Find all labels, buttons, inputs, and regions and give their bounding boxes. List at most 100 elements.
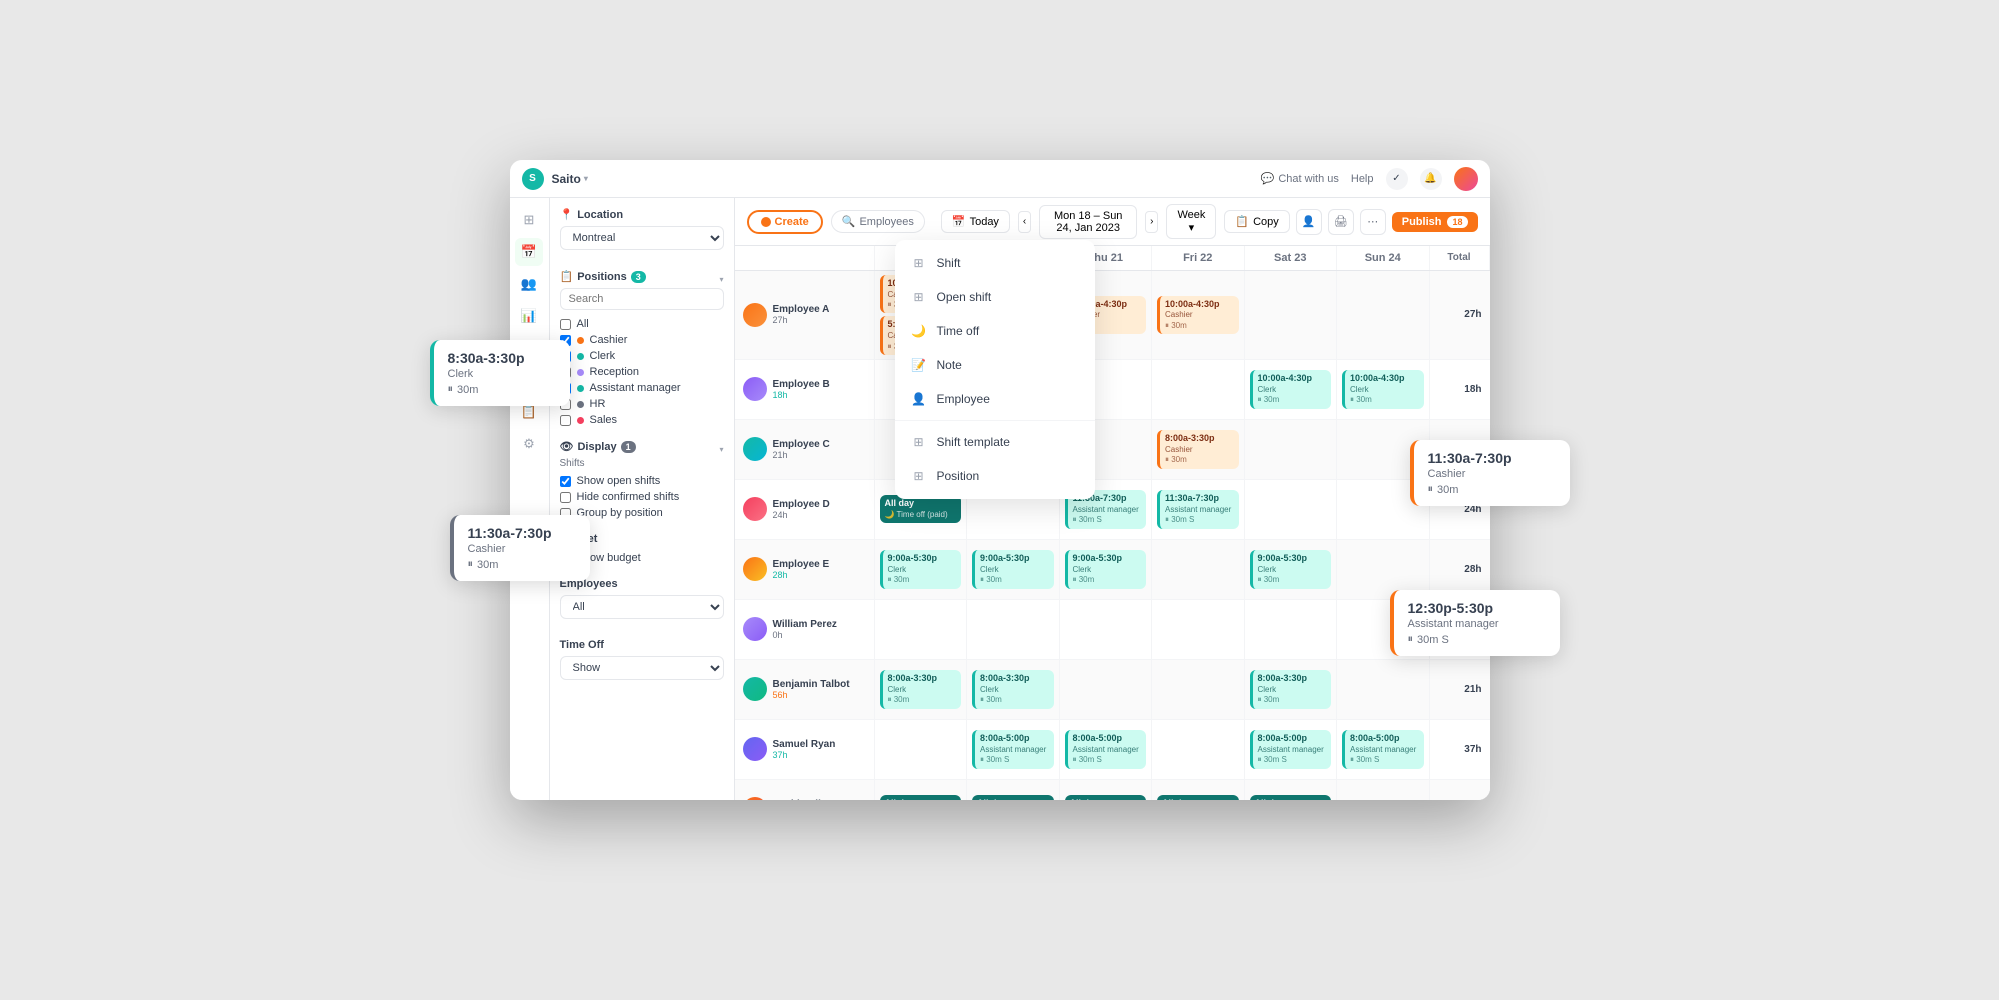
dropdown-shift[interactable]: ⊞ Shift xyxy=(895,246,1095,280)
shift-cell[interactable]: All day 🌙 Time off (paid) xyxy=(1060,780,1153,800)
position-hr[interactable]: HR xyxy=(560,396,724,412)
shift-block-timeoff[interactable]: All day 🌙 Time off (paid) xyxy=(880,795,962,800)
position-sales-check[interactable] xyxy=(560,415,571,426)
shift-cell[interactable]: 9:00a-5:30p Clerk ⏸ 30m xyxy=(967,540,1060,599)
shift-cell[interactable] xyxy=(1245,480,1338,539)
shift-block[interactable]: 8:00a-5:00p Assistant manager ⏸ 30m S xyxy=(1065,730,1147,768)
shift-cell[interactable] xyxy=(1337,660,1430,719)
shift-cell[interactable]: 8:00a-5:00p Assistant manager ⏸ 30m S xyxy=(967,720,1060,779)
positions-search[interactable] xyxy=(560,288,724,310)
shift-cell[interactable] xyxy=(1152,660,1245,719)
shift-cell[interactable] xyxy=(1152,540,1245,599)
check-icon[interactable]: ✓ xyxy=(1386,168,1408,190)
shift-cell[interactable]: 10:00a-4:30p Clerk ⏸ 30m xyxy=(1245,360,1338,419)
shift-cell[interactable] xyxy=(1337,271,1430,359)
shift-cell[interactable]: All day 🌙 Time off (paid) xyxy=(1245,780,1338,800)
shift-cell[interactable]: 8:00a-5:00p Assistant manager ⏸ 30m S xyxy=(1245,720,1338,779)
shift-block[interactable]: 11:30a-7:30p Assistant manager ⏸ 30m S xyxy=(1157,490,1239,528)
shift-cell[interactable]: 8:00a-5:00p Assistant manager ⏸ 30m S xyxy=(1060,720,1153,779)
shift-block[interactable]: 9:00a-5:30p Clerk ⏸ 30m xyxy=(1250,550,1332,588)
shift-block-timeoff[interactable]: All day 🌙 Time off (paid) xyxy=(880,495,962,523)
shift-block[interactable]: 8:00a-3:30p Cashier ⏸ 30m xyxy=(1157,430,1239,468)
shift-block[interactable]: 10:00a-4:30p Cashier ⏸ 30m xyxy=(1157,296,1239,334)
shift-cell[interactable] xyxy=(1152,360,1245,419)
shift-cell[interactable]: 8:00a-5:00p Assistant manager ⏸ 30m S xyxy=(1337,720,1430,779)
nav-schedule[interactable]: 📅 xyxy=(515,238,543,266)
position-clerk[interactable]: Clerk xyxy=(560,348,724,364)
position-all-check[interactable] xyxy=(560,319,571,330)
time-off-select[interactable]: Show xyxy=(560,656,724,680)
print-icon[interactable]: 🖨 xyxy=(1328,209,1354,235)
shift-block-timeoff[interactable]: All day 🌙 Time off (paid) xyxy=(1157,795,1239,800)
create-button[interactable]: Create xyxy=(747,210,823,234)
shift-block[interactable]: 8:00a-3:30p Clerk ⏸ 30m xyxy=(880,670,962,708)
shift-cell[interactable] xyxy=(1337,780,1430,800)
shift-cell[interactable] xyxy=(1152,720,1245,779)
show-open-shifts-check[interactable] xyxy=(560,476,571,487)
shift-cell[interactable] xyxy=(875,600,968,659)
position-cashier[interactable]: Cashier xyxy=(560,332,724,348)
shift-cell[interactable] xyxy=(1060,660,1153,719)
shift-block-timeoff[interactable]: All day 🌙 Time off (paid) xyxy=(972,795,1054,800)
user-avatar[interactable] xyxy=(1454,167,1478,191)
shift-cell[interactable]: 8:00a-3:30p Clerk ⏸ 30m xyxy=(875,660,968,719)
shift-cell[interactable]: 8:00a-3:30p Clerk ⏸ 30m xyxy=(967,660,1060,719)
shift-cell[interactable]: All day 🌙 Time off (paid) xyxy=(875,780,968,800)
shift-block[interactable]: 10:00a-4:30p Clerk ⏸ 30m xyxy=(1342,370,1424,408)
dropdown-employee[interactable]: 👤 Employee xyxy=(895,382,1095,416)
display-toggle[interactable]: ▾ xyxy=(719,445,723,454)
shift-cell[interactable]: All day 🌙 Time off (paid) xyxy=(1152,780,1245,800)
shift-cell[interactable]: 10:00a-4:30p Clerk ⏸ 30m xyxy=(1337,360,1430,419)
nav-settings[interactable]: ⚙ xyxy=(515,430,543,458)
employees-filter-select[interactable]: All xyxy=(560,595,724,619)
dropdown-position[interactable]: ⊞ Position xyxy=(895,459,1095,493)
nav-home[interactable]: ⊞ xyxy=(515,206,543,234)
week-selector[interactable]: Week ▾ xyxy=(1166,204,1216,239)
shift-cell[interactable] xyxy=(1245,420,1338,479)
company-name[interactable]: Saito ▾ xyxy=(552,172,588,186)
bell-icon[interactable]: 🔔 xyxy=(1420,168,1442,190)
help-button[interactable]: Help xyxy=(1351,173,1374,185)
more-options-icon[interactable]: ⋯ xyxy=(1360,209,1386,235)
positions-toggle[interactable]: ▾ xyxy=(719,275,723,284)
shift-block[interactable]: 8:00a-5:00p Assistant manager ⏸ 30m S xyxy=(1250,730,1332,768)
shift-block[interactable]: 8:00a-5:00p Assistant manager ⏸ 30m S xyxy=(972,730,1054,768)
shift-block[interactable]: 9:00a-5:30p Clerk ⏸ 30m xyxy=(880,550,962,588)
position-all[interactable]: All xyxy=(560,316,724,332)
date-range-button[interactable]: Mon 18 – Sun 24, Jan 2023 xyxy=(1039,205,1137,239)
dropdown-time-off[interactable]: 🌙 Time off xyxy=(895,314,1095,348)
shift-cell[interactable]: 10:00a-4:30p Cashier ⏸ 30m xyxy=(1152,271,1245,359)
hide-confirmed-shifts[interactable]: Hide confirmed shifts xyxy=(560,489,724,505)
shift-block[interactable]: 9:00a-5:30p Clerk ⏸ 30m xyxy=(1065,550,1147,588)
shift-cell[interactable] xyxy=(1060,600,1153,659)
dropdown-note[interactable]: 📝 Note xyxy=(895,348,1095,382)
shift-cell[interactable]: 11:30a-7:30p Assistant manager ⏸ 30m S xyxy=(1152,480,1245,539)
position-asst-manager[interactable]: Assistant manager xyxy=(560,380,724,396)
shift-cell[interactable]: 9:00a-5:30p Clerk ⏸ 30m xyxy=(875,540,968,599)
shift-cell[interactable] xyxy=(1245,271,1338,359)
shift-block[interactable]: 8:00a-3:30p Clerk ⏸ 30m xyxy=(972,670,1054,708)
position-reception[interactable]: Reception xyxy=(560,364,724,380)
shift-block[interactable]: 10:00a-4:30p Clerk ⏸ 30m xyxy=(1250,370,1332,408)
shift-cell[interactable]: 8:00a-3:30p Cashier ⏸ 30m xyxy=(1152,420,1245,479)
shift-block-timeoff[interactable]: All day 🌙 Time off (paid) xyxy=(1065,795,1147,800)
position-sales[interactable]: Sales xyxy=(560,412,724,428)
nav-analytics[interactable]: 📊 xyxy=(515,302,543,330)
nav-people[interactable]: 👥 xyxy=(515,270,543,298)
shift-cell[interactable] xyxy=(1245,600,1338,659)
shift-block-timeoff[interactable]: All day 🌙 Time off (paid) xyxy=(1250,795,1332,800)
dropdown-shift-template[interactable]: ⊞ Shift template xyxy=(895,425,1095,459)
copy-button[interactable]: 📋 Copy xyxy=(1224,210,1289,233)
next-week-button[interactable]: › xyxy=(1145,211,1158,233)
dropdown-open-shift[interactable]: ⊞ Open shift xyxy=(895,280,1095,314)
shift-block[interactable]: 8:00a-3:30p Clerk ⏸ 30m xyxy=(1250,670,1332,708)
chat-button[interactable]: 💬 Chat with us xyxy=(1261,172,1339,185)
shift-cell[interactable] xyxy=(875,720,968,779)
hide-confirmed-check[interactable] xyxy=(560,492,571,503)
shift-cell[interactable]: 9:00a-5:30p Clerk ⏸ 30m xyxy=(1060,540,1153,599)
publish-button[interactable]: Publish 18 xyxy=(1392,212,1478,232)
employees-search[interactable]: 🔍 Employees xyxy=(831,210,925,233)
person-icon[interactable]: 👤 xyxy=(1296,209,1322,235)
shift-cell[interactable] xyxy=(967,600,1060,659)
prev-week-button[interactable]: ‹ xyxy=(1018,211,1031,233)
